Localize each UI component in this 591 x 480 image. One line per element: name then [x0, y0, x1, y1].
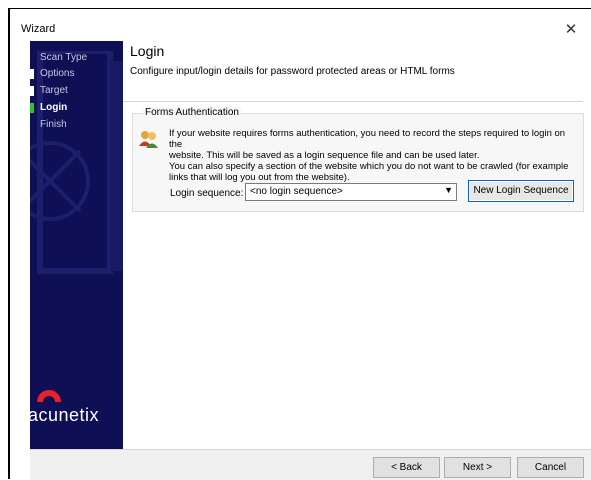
- acunetix-logo-icon: [37, 390, 61, 402]
- next-button[interactable]: Next >: [444, 457, 511, 478]
- login-sequence-value: <no login sequence>: [250, 186, 343, 197]
- window-left-border: [8, 8, 10, 479]
- dropdown-arrow-icon[interactable]: ▼: [444, 185, 453, 195]
- description-line: website. This will be saved as a login s…: [169, 150, 480, 161]
- title-bar: Wizard ✕: [21, 20, 591, 40]
- window-title: Wizard: [21, 23, 56, 35]
- page-title: Login: [130, 43, 165, 59]
- group-label: Forms Authentication: [143, 107, 241, 118]
- sidebar-item-options: Options: [40, 68, 75, 79]
- back-button[interactable]: < Back: [373, 457, 440, 478]
- new-login-sequence-button[interactable]: New Login Sequence: [468, 180, 574, 202]
- cancel-button[interactable]: Cancel: [517, 457, 584, 478]
- step-marker-target: [30, 86, 34, 96]
- wizard-content: Login Configure input/login details for …: [123, 41, 584, 449]
- group-description: If your website requires forms authentic…: [169, 128, 569, 183]
- wizard-sidebar: Scan Type Options Target Login Finish ac…: [30, 41, 123, 449]
- forms-authentication-group: Forms Authentication If your website req…: [132, 107, 584, 212]
- description-line: You can also specify a section of the we…: [169, 161, 569, 172]
- wizard-footer: < Back Next > Cancel: [30, 449, 591, 480]
- page-subtitle: Configure input/login details for passwo…: [130, 66, 455, 77]
- sidebar-item-login: Login: [40, 102, 68, 113]
- step-marker-login: [30, 103, 34, 113]
- close-icon[interactable]: ✕: [561, 20, 581, 40]
- login-sequence-select[interactable]: <no login sequence> ▼: [245, 183, 457, 201]
- login-sequence-label: Login sequence:: [170, 188, 244, 199]
- step-marker-options: [30, 69, 34, 79]
- sidebar-item-scan-type: Scan Type: [40, 52, 88, 63]
- users-icon: [139, 131, 158, 148]
- logo-text: acunetix: [30, 405, 100, 425]
- header-divider: [123, 101, 583, 102]
- description-line: If your website requires forms authentic…: [169, 128, 566, 150]
- sidebar-item-finish: Finish: [40, 119, 67, 130]
- window-top-border: [8, 8, 591, 9]
- sidebar-item-target: Target: [40, 85, 68, 96]
